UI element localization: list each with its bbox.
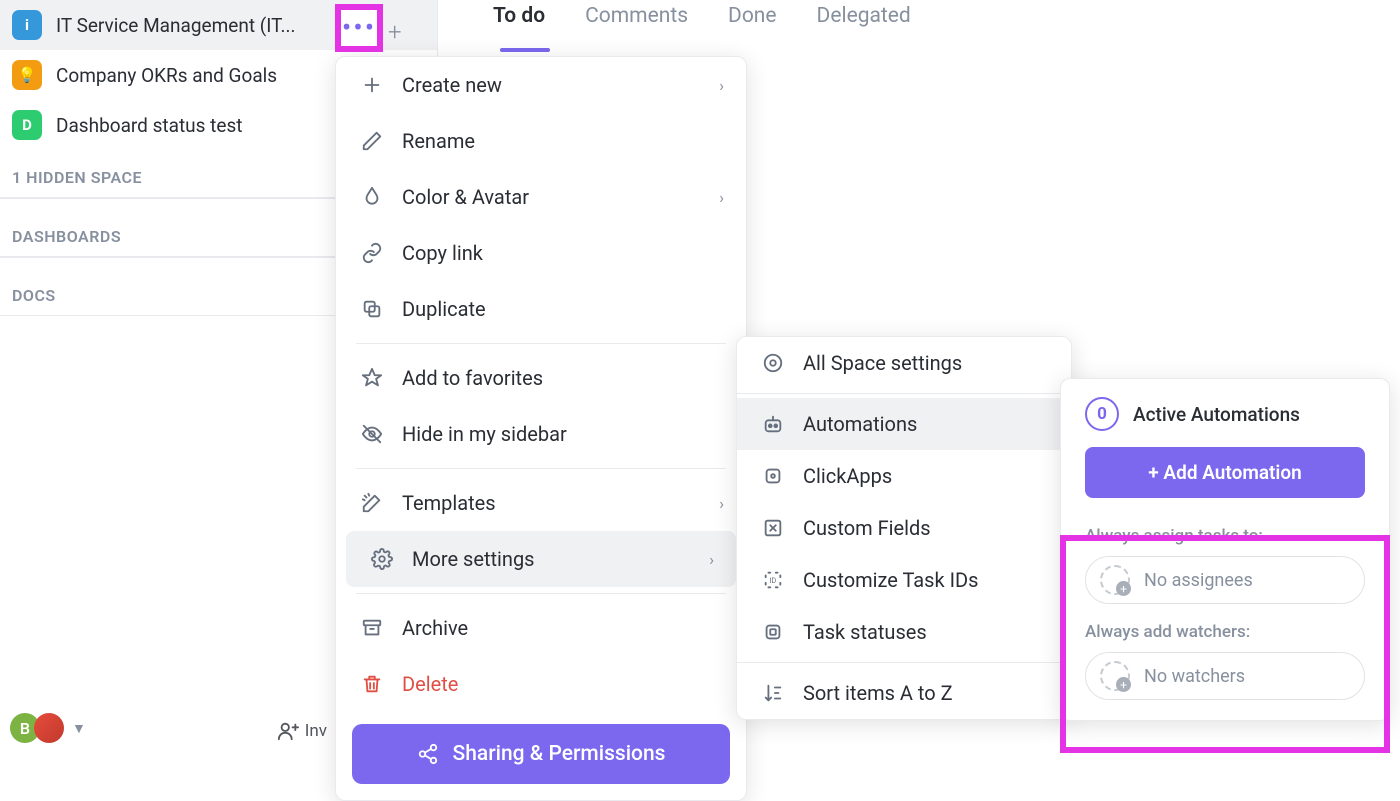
copy-icon — [358, 298, 386, 320]
divider — [356, 593, 726, 594]
sort-icon — [759, 682, 787, 704]
menu-more-settings[interactable]: More settings › — [346, 531, 736, 587]
menu-archive[interactable]: Archive — [336, 600, 746, 656]
sharing-permissions-button[interactable]: Sharing & Permissions — [352, 724, 730, 784]
tab-delegated[interactable]: Delegated — [817, 0, 911, 40]
automations-panel: 0 Active Automations + Add Automation Al… — [1060, 378, 1390, 721]
add-button[interactable]: + — [388, 18, 402, 46]
assign-label: Always assign tasks to: — [1085, 526, 1365, 546]
menu-task-statuses[interactable]: Task statuses — [737, 606, 1071, 658]
tab-comments[interactable]: Comments — [585, 0, 688, 40]
menu-hide-sidebar[interactable]: Hide in my sidebar — [336, 406, 746, 462]
menu-sort-az[interactable]: Sort items A to Z — [737, 667, 1071, 719]
more-settings-submenu: All Space settings Automations ClickApps… — [736, 336, 1072, 720]
more-options-button[interactable]: ••• — [335, 4, 383, 52]
invite-button[interactable]: Inv — [277, 720, 327, 742]
menu-templates[interactable]: Templates › — [336, 475, 746, 531]
tab-indicator — [500, 48, 550, 52]
drop-icon — [358, 186, 386, 208]
add-person-icon — [1100, 565, 1130, 595]
link-icon — [358, 242, 386, 264]
menu-delete[interactable]: Delete — [336, 656, 746, 712]
chevron-right-icon: › — [719, 494, 724, 513]
divider — [737, 393, 1071, 394]
status-icon — [759, 621, 787, 643]
space-icon: D — [12, 110, 42, 140]
wand-icon — [358, 492, 386, 514]
menu-custom-fields[interactable]: Custom Fields — [737, 502, 1071, 554]
chevron-right-icon: › — [719, 188, 724, 207]
space-context-menu: Create new › Rename Color & Avatar › Cop… — [335, 56, 747, 801]
space-icon: i — [12, 10, 42, 40]
automation-title: Active Automations — [1133, 403, 1300, 426]
automation-count-badge: 0 — [1085, 397, 1119, 431]
add-automation-button[interactable]: + Add Automation — [1085, 447, 1365, 498]
watchers-label: Always add watchers: — [1085, 622, 1365, 642]
menu-copy-link[interactable]: Copy link — [336, 225, 746, 281]
space-label: Company OKRs and Goals — [56, 64, 277, 87]
divider — [737, 662, 1071, 663]
chevron-down-icon[interactable]: ▼ — [72, 720, 86, 737]
plus-icon — [358, 74, 386, 96]
divider — [356, 468, 726, 469]
pencil-icon — [358, 130, 386, 152]
divider — [356, 343, 726, 344]
add-person-icon — [1100, 661, 1130, 691]
archive-icon — [358, 617, 386, 639]
menu-favorites[interactable]: Add to favorites — [336, 350, 746, 406]
trash-icon — [358, 673, 386, 695]
tab-todo[interactable]: To do — [493, 0, 545, 40]
menu-customize-task-ids[interactable]: ID Customize Task IDs — [737, 554, 1071, 606]
app-icon — [759, 465, 787, 487]
eye-off-icon — [358, 423, 386, 445]
svg-text:ID: ID — [769, 576, 776, 585]
tab-done[interactable]: Done — [728, 0, 777, 40]
space-icon: 💡 — [12, 60, 42, 90]
robot-icon — [759, 413, 787, 435]
menu-rename[interactable]: Rename — [336, 113, 746, 169]
user-avatar-2[interactable] — [34, 713, 64, 743]
space-label: Dashboard status test — [56, 114, 242, 137]
fields-icon — [759, 517, 787, 539]
gear-icon — [759, 352, 787, 374]
id-icon: ID — [759, 569, 787, 591]
menu-create-new[interactable]: Create new › — [336, 57, 746, 113]
chevron-right-icon: › — [719, 76, 724, 95]
menu-automations[interactable]: Automations — [737, 398, 1071, 450]
assignees-pill[interactable]: No assignees — [1085, 556, 1365, 604]
menu-duplicate[interactable]: Duplicate — [336, 281, 746, 337]
star-icon — [358, 367, 386, 389]
chevron-right-icon: › — [709, 550, 714, 569]
space-label: IT Service Management (IT... — [56, 14, 296, 37]
menu-clickapps[interactable]: ClickApps — [737, 450, 1071, 502]
gear-icon — [368, 548, 396, 570]
menu-all-space-settings[interactable]: All Space settings — [737, 337, 1071, 389]
menu-color-avatar[interactable]: Color & Avatar › — [336, 169, 746, 225]
watchers-pill[interactable]: No watchers — [1085, 652, 1365, 700]
